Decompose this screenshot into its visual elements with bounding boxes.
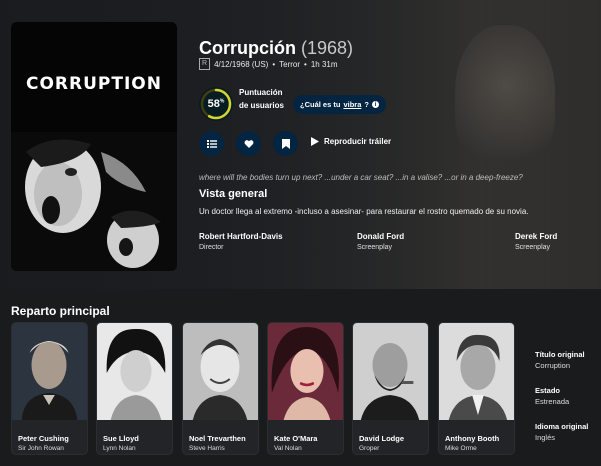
movie-meta: R 4/12/1968 (US) • Terror • 1h 31m <box>199 58 338 70</box>
favorite-button[interactable] <box>236 131 261 156</box>
play-trailer-button[interactable]: Reproducir tráiler <box>311 137 391 146</box>
fact-label: Estado <box>535 386 561 395</box>
movie-poster[interactable]: CORRUPTION <box>11 22 177 271</box>
vibe-button[interactable]: ¿Cuál es tu vibra? i <box>293 95 386 114</box>
poster-title: CORRUPTION <box>26 74 162 94</box>
movie-year: (1968) <box>301 38 354 58</box>
tagline: where will the bodies turn up next? ...u… <box>199 173 523 182</box>
crew-member: Derek Ford Screenplay <box>515 231 557 253</box>
list-icon <box>206 139 217 148</box>
cast-card[interactable]: Noel Trevarthen Steve Harris <box>182 322 259 455</box>
cast-heading: Reparto principal <box>11 304 110 318</box>
cast-photo <box>439 323 514 420</box>
vibe-suffix: ? <box>364 100 369 109</box>
cast-photo <box>12 323 87 420</box>
user-score-label: Puntuación de usuarios <box>239 88 284 110</box>
hero-section: CORRUPTION Corrupción (1968) R 4/12/1968… <box>0 0 601 289</box>
cast-name[interactable]: Peter Cushing <box>12 425 87 443</box>
crew-name[interactable]: Robert Hartford-Davis <box>199 231 283 242</box>
overview-text: Un doctor llega al extremo -incluso a as… <box>199 207 529 216</box>
cast-card[interactable]: Kate O'Mara Val Nolan <box>267 322 344 455</box>
cast-role: Sir John Rowan <box>18 445 64 452</box>
cast-name[interactable]: David Lodge <box>353 425 428 443</box>
cast-card[interactable]: Anthony Booth Mike Orme <box>438 322 515 455</box>
heart-icon <box>244 139 253 148</box>
fact-status: Estado Estrenada <box>535 385 601 408</box>
user-score-value: 58% <box>207 98 225 110</box>
movie-title-row: Corrupción (1968) <box>199 38 353 59</box>
bookmark-icon <box>281 138 290 149</box>
cast-card[interactable]: Sue Lloyd Lynn Nolan <box>96 322 173 455</box>
overview-heading: Vista general <box>199 188 268 200</box>
info-icon: i <box>371 101 379 108</box>
cast-photo <box>97 323 172 420</box>
play-trailer-label: Reproducir tráiler <box>324 137 392 146</box>
release-date: 4/12/1968 (US) <box>214 59 269 69</box>
runtime: 1h 31m <box>310 59 338 69</box>
vibe-link[interactable]: vibra <box>343 100 361 109</box>
cast-name[interactable]: Sue Lloyd <box>97 425 172 443</box>
certification-badge: R <box>199 58 211 70</box>
cast-name[interactable]: Kate O'Mara <box>268 425 343 443</box>
vibe-prefix: ¿Cuál es tu <box>300 100 341 109</box>
facts-sidebar: Título original Corruption Estado Estren… <box>535 349 601 457</box>
add-to-list-button[interactable] <box>199 131 224 156</box>
cast-role: Groper <box>359 445 380 452</box>
crew-name[interactable]: Donald Ford <box>357 231 404 242</box>
cast-name[interactable]: Anthony Booth <box>439 425 514 443</box>
cast-role: Steve Harris <box>189 445 225 452</box>
cast-card[interactable]: David Lodge Groper <box>352 322 429 455</box>
fact-original-title: Título original Corruption <box>535 349 601 372</box>
crew-job: Director <box>199 244 224 251</box>
meta-separator-dot: • <box>272 59 276 69</box>
meta-separator-dot: • <box>304 59 307 69</box>
fact-value: Corruption <box>535 361 571 370</box>
cast-photo <box>268 323 343 420</box>
fact-value: Inglés <box>535 433 556 442</box>
fact-original-language: Idioma original Inglés <box>535 421 601 444</box>
user-score-chart[interactable]: 58% <box>199 87 233 121</box>
fact-value: Estrenada <box>535 397 570 406</box>
crew-name[interactable]: Derek Ford <box>515 231 557 242</box>
cast-name[interactable]: Noel Trevarthen <box>183 425 258 443</box>
genre-link[interactable]: Terror <box>279 60 300 69</box>
crew-job: Screenplay <box>515 244 551 251</box>
movie-title[interactable]: Corrupción <box>199 38 296 58</box>
cast-photo <box>183 323 258 420</box>
crew-member: Donald Ford Screenplay <box>357 231 404 253</box>
cast-role: Mike Orme <box>445 445 477 452</box>
poster-artwork <box>11 132 177 271</box>
crew-member: Robert Hartford-Davis Director <box>199 231 283 253</box>
fact-label: Título original <box>535 350 585 359</box>
cast-card[interactable]: Peter Cushing Sir John Rowan <box>11 322 88 455</box>
cast-photo <box>353 323 428 420</box>
fact-label: Idioma original <box>535 422 589 431</box>
crew-job: Screenplay <box>357 244 393 251</box>
play-icon <box>311 137 319 146</box>
cast-role: Val Nolan <box>274 445 302 452</box>
cast-role: Lynn Nolan <box>103 445 136 452</box>
watchlist-button[interactable] <box>273 131 298 156</box>
